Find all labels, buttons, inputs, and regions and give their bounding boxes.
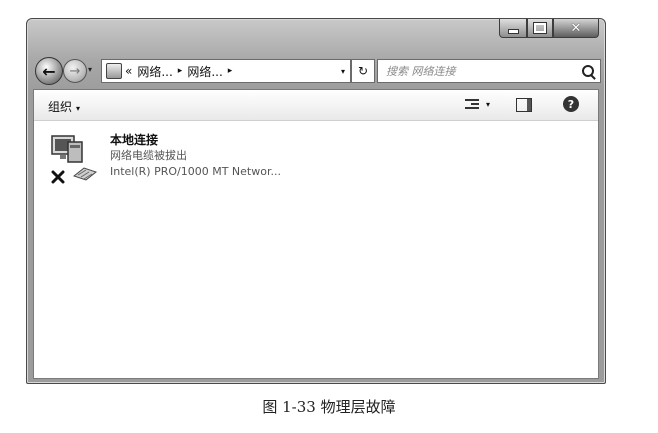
minimize-icon bbox=[507, 28, 519, 34]
address-dropdown[interactable]: ▾ bbox=[336, 67, 350, 76]
close-button[interactable]: ✕ bbox=[553, 19, 599, 38]
maximize-icon bbox=[533, 22, 547, 34]
connection-status: 网络电缆被拔出 bbox=[110, 149, 187, 162]
connection-details: 本地连接 网络电缆被拔出 Intel(R) PRO/1000 MT Networ… bbox=[110, 132, 281, 180]
forward-arrow-icon: → bbox=[69, 63, 81, 79]
breadcrumb-network-2[interactable]: 网络... bbox=[187, 63, 222, 80]
network-connection-item[interactable]: 本地连接 网络电缆被拔出 Intel(R) PRO/1000 MT Networ… bbox=[50, 132, 350, 192]
chevron-down-icon: ▾ bbox=[76, 104, 81, 113]
connection-name: 本地连接 bbox=[110, 133, 159, 147]
refresh-icon: ↻ bbox=[357, 64, 369, 78]
explorer-window: ✕ ← → ▾ « 网络... ▸ 网络... ▸ ▾ ↻ 搜索 网络连接 组织… bbox=[26, 18, 606, 384]
breadcrumb-separator[interactable]: ▸ bbox=[228, 66, 233, 76]
search-input[interactable]: 搜索 网络连接 bbox=[378, 63, 456, 79]
forward-button[interactable]: → bbox=[63, 59, 87, 83]
maximize-button[interactable] bbox=[527, 19, 553, 38]
network-folder-icon bbox=[106, 63, 122, 79]
back-arrow-icon: ← bbox=[42, 61, 56, 81]
caption-buttons: ✕ bbox=[499, 19, 599, 38]
content-pane: 组织 ▾ ▾ ? 本地连接 网络电缆被拔出 Intel(R) PRO/1000 … bbox=[33, 89, 599, 379]
help-icon[interactable]: ? bbox=[563, 96, 579, 112]
refresh-button[interactable]: ↻ bbox=[351, 59, 375, 83]
change-view-icon[interactable] bbox=[465, 99, 479, 111]
preview-pane-icon[interactable] bbox=[516, 98, 532, 112]
back-button[interactable]: ← bbox=[35, 57, 63, 85]
recent-pages-dropdown[interactable]: ▾ bbox=[88, 65, 92, 74]
address-overflow[interactable]: « bbox=[125, 64, 132, 78]
organize-menu-button[interactable]: 组织 ▾ bbox=[48, 98, 80, 115]
figure-caption: 图 1-33 物理层故障 bbox=[262, 398, 396, 416]
navigation-bar: ← → ▾ « 网络... ▸ 网络... ▸ ▾ ↻ 搜索 网络连接 bbox=[33, 57, 601, 85]
search-box[interactable]: 搜索 网络连接 bbox=[377, 59, 601, 83]
address-bar[interactable]: « 网络... ▸ 网络... ▸ ▾ bbox=[101, 59, 351, 83]
view-options-dropdown[interactable]: ▾ bbox=[486, 100, 490, 109]
command-toolbar: 组织 ▾ ▾ ? bbox=[34, 90, 598, 121]
adapter-name: Intel(R) PRO/1000 MT Networ... bbox=[110, 165, 281, 178]
breadcrumb-network-1[interactable]: 网络... bbox=[137, 63, 172, 80]
organize-label: 组织 bbox=[48, 100, 73, 114]
disconnected-x-icon bbox=[51, 170, 65, 184]
breadcrumb-separator[interactable]: ▸ bbox=[178, 66, 183, 76]
close-icon: ✕ bbox=[570, 20, 582, 36]
minimize-button[interactable] bbox=[499, 19, 527, 38]
search-icon[interactable] bbox=[582, 65, 594, 77]
